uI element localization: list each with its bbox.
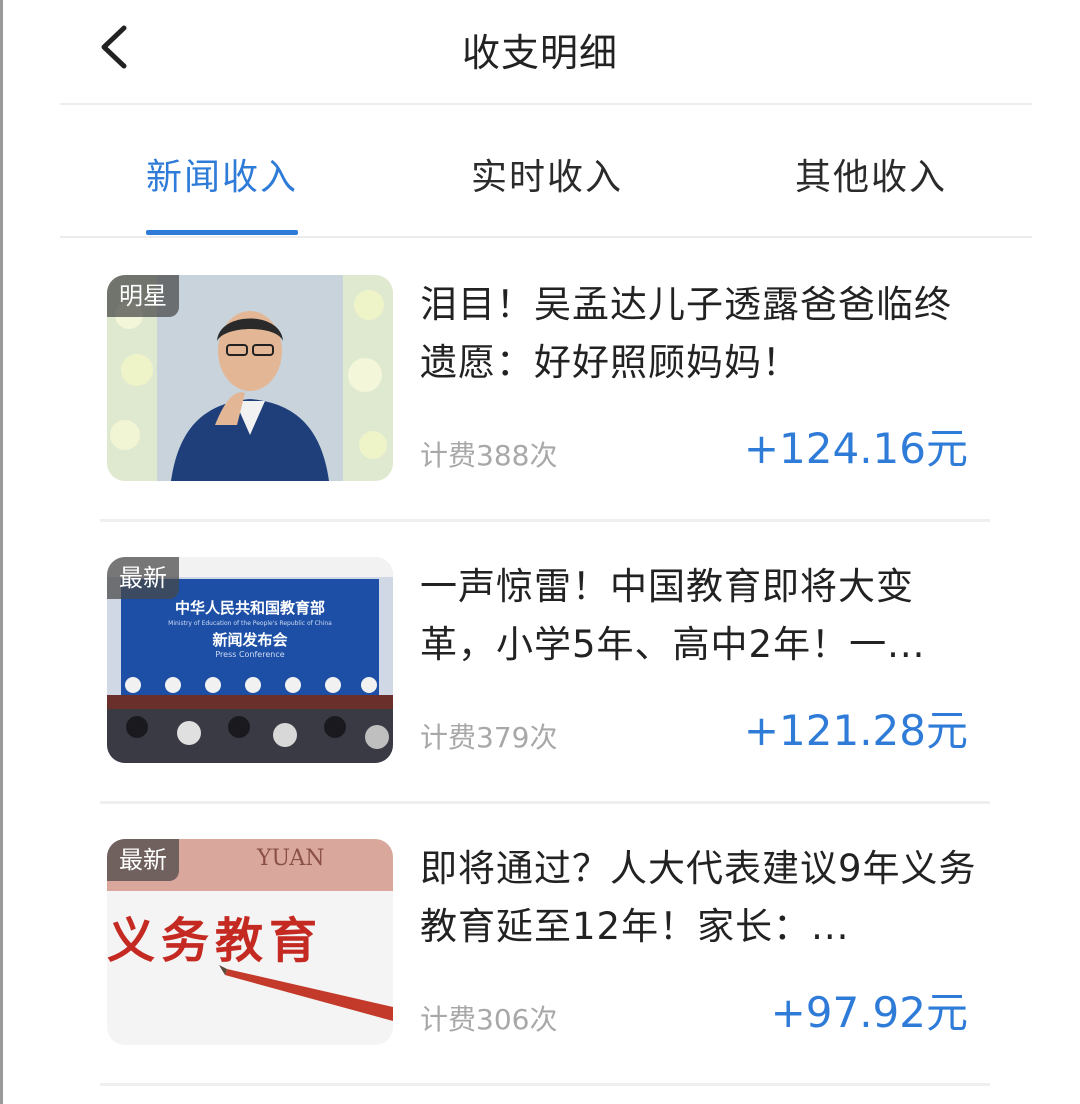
news-item[interactable]: YUAN 义务教育 最新 即将通过？人大代表建议9年义务教育延至12年！家长：.… [0, 802, 1080, 1084]
tab-bar: 新闻收入 实时收入 其他收入 [0, 120, 1080, 236]
income-amount: +124.16元 [743, 424, 968, 473]
image-caption-press: 新闻发布会 [212, 631, 287, 649]
news-thumbnail: YUAN 义务教育 最新 [107, 839, 393, 1045]
news-title: 泪目！吴孟达儿子透露爸爸临终遗愿：好好照顾妈妈！ [420, 283, 952, 384]
news-item[interactable]: 中华人民共和国教育部 Ministry of Education of the … [0, 520, 1080, 802]
item-divider [100, 1083, 990, 1086]
image-big-text: 义务教育 [107, 913, 323, 969]
header: 收支明细 [0, 0, 1080, 104]
news-thumbnail: 明星 [107, 275, 393, 481]
news-item[interactable]: 明星 泪目！吴孟达儿子透露爸爸临终遗愿：好好照顾妈妈！ 计费388次 +124.… [0, 238, 1080, 520]
billing-count: 计费379次 [420, 721, 558, 754]
banknote-text: YUAN [256, 846, 325, 871]
income-amount: +97.92元 [770, 988, 968, 1037]
billing-count: 计费388次 [420, 439, 558, 472]
tab-news-income[interactable]: 新闻收入 [146, 148, 298, 200]
tab-realtime-income[interactable]: 实时收入 [471, 148, 623, 200]
category-badge: 明星 [107, 275, 179, 317]
category-badge: 最新 [107, 557, 179, 599]
news-title: 一声惊雷！中国教育即将大变革，小学5年、高中2年！一... [420, 565, 926, 666]
news-thumbnail: 中华人民共和国教育部 Ministry of Education of the … [107, 557, 393, 763]
image-caption-press-en: Press Conference [215, 650, 284, 659]
image-caption-ministry: 中华人民共和国教育部 [175, 599, 325, 617]
news-title: 即将通过？人大代表建议9年义务教育延至12年！家长：... [420, 847, 977, 948]
page-title: 收支明细 [461, 31, 618, 75]
category-badge: 最新 [107, 839, 179, 881]
tab-other-income[interactable]: 其他收入 [795, 148, 947, 200]
billing-count: 计费306次 [420, 1003, 558, 1036]
header-divider [60, 103, 1032, 105]
active-tab-indicator [146, 230, 298, 235]
income-amount: +121.28元 [743, 706, 968, 755]
image-caption-ministry-en: Ministry of Education of the People's Re… [168, 620, 332, 627]
